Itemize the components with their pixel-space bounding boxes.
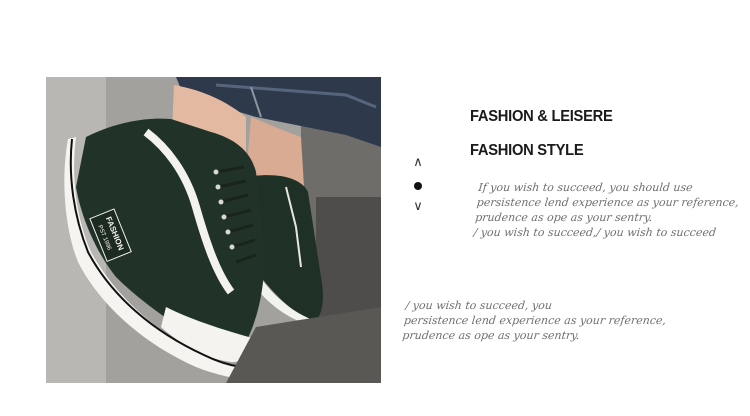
heading-fashion-leisere: FASHION & LEISERE	[470, 108, 613, 125]
script-line: / you wish to succeed,/ you wish to succ…	[472, 226, 717, 239]
script-line: If you wish to succeed, you should use	[477, 181, 694, 194]
product-photo: FASHION PST 1996	[46, 77, 381, 383]
script-line: persistence lend experience as your refe…	[476, 196, 740, 209]
nav-active-dot[interactable]	[414, 182, 422, 190]
script-text-block-2: / you wish to succeed, you persistence l…	[402, 298, 669, 343]
sneaker-photo-illustration: FASHION PST 1996	[46, 77, 381, 383]
nav-up-arrow-icon[interactable]: ∧	[408, 156, 428, 170]
script-line: prudence as ope as your sentry.	[474, 211, 654, 224]
nav-down-arrow-icon[interactable]: ∨	[408, 200, 428, 214]
heading-fashion-style: FASHION STYLE	[470, 142, 584, 159]
script-line: persistence lend experience as your refe…	[403, 314, 667, 327]
script-line: / you wish to succeed, you	[404, 299, 553, 312]
script-text-block-1: If you wish to succeed, you should use p…	[473, 180, 741, 240]
carousel-nav: ∧ ∨	[408, 152, 428, 222]
script-line: prudence as ope as your sentry.	[401, 329, 581, 342]
page: FASHION PST 1996 ∧ ∨ FASHION & LEISERE F…	[0, 0, 750, 416]
